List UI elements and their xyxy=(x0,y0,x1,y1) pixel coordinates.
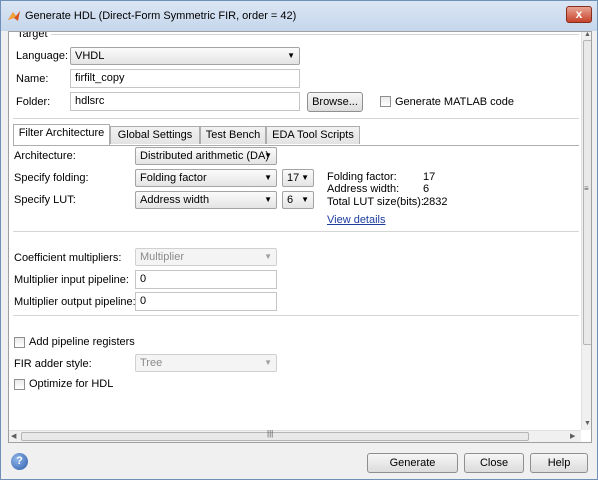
coeff-multipliers-label: Coefficient multipliers: xyxy=(14,252,122,264)
grip-icon: ≡ xyxy=(584,184,589,193)
generate-button[interactable]: Generate xyxy=(367,453,458,473)
chevron-down-icon: ▼ xyxy=(264,151,272,160)
folding-label: Specify folding: xyxy=(14,172,89,184)
tab-eda-tool-scripts[interactable]: EDA Tool Scripts xyxy=(266,126,360,144)
horizontal-scroll-thumb[interactable] xyxy=(21,432,529,441)
tab-filter-architecture[interactable]: Filter Architecture xyxy=(13,124,110,145)
info-folding-label: Folding factor: xyxy=(327,171,397,183)
folding-value: Folding factor xyxy=(140,172,207,184)
architecture-select[interactable]: Distributed arithmetic (DA) ▼ xyxy=(135,147,277,165)
input-pipeline-label: Multiplier input pipeline: xyxy=(14,274,129,286)
target-group-title: Target xyxy=(17,31,48,40)
browse-button[interactable]: Browse... xyxy=(307,92,363,112)
grip-icon: ||| xyxy=(267,429,274,438)
scroll-left-arrow-icon[interactable]: ◀ xyxy=(11,432,16,440)
window-title: Generate HDL (Direct-Form Symmetric FIR,… xyxy=(25,10,297,22)
optimize-hdl-checkbox[interactable] xyxy=(14,379,25,390)
help-icon[interactable]: ? xyxy=(11,453,28,470)
folding-number-value: 17 xyxy=(287,172,300,184)
tab-global-settings[interactable]: Global Settings xyxy=(110,126,200,144)
matlab-logo-icon xyxy=(8,11,20,21)
adder-style-select[interactable]: Tree ▼ xyxy=(135,354,277,372)
add-pipeline-label: Add pipeline registers xyxy=(29,336,135,348)
folding-number-select[interactable]: 17 ▼ xyxy=(282,169,314,187)
lut-number-value: 6 xyxy=(287,194,294,206)
tab-panel-border xyxy=(13,145,579,146)
info-address-value: 6 xyxy=(423,183,430,195)
architecture-label: Architecture: xyxy=(14,150,76,162)
chevron-down-icon: ▼ xyxy=(264,195,272,204)
optimize-hdl-label: Optimize for HDL xyxy=(29,378,114,390)
lut-label: Specify LUT: xyxy=(14,194,76,206)
chevron-down-icon: ▼ xyxy=(301,195,309,204)
name-label: Name: xyxy=(16,73,49,85)
close-button[interactable]: Close xyxy=(464,453,524,473)
help-button[interactable]: Help xyxy=(530,453,588,473)
add-pipeline-checkbox[interactable] xyxy=(14,337,25,348)
lut-value: Address width xyxy=(140,194,210,206)
info-lut-value: 2832 xyxy=(423,196,448,208)
vertical-scrollbar[interactable]: ▲ ≡ ▼ xyxy=(581,32,591,430)
architecture-separator xyxy=(13,231,579,232)
scroll-right-arrow-icon[interactable]: ▶ xyxy=(570,432,575,440)
target-group-rule xyxy=(51,34,579,35)
lut-number-select[interactable]: 6 ▼ xyxy=(282,191,314,209)
coeff-multipliers-value: Multiplier xyxy=(140,251,185,263)
architecture-value: Distributed arithmetic (DA) xyxy=(140,150,269,162)
generate-matlab-checkbox[interactable] xyxy=(380,96,391,107)
target-separator xyxy=(13,118,579,119)
view-details-link[interactable]: View details xyxy=(327,214,386,226)
info-address-label: Address width: xyxy=(327,183,400,195)
coeff-multipliers-select[interactable]: Multiplier ▼ xyxy=(135,248,277,266)
title-bar[interactable]: Generate HDL (Direct-Form Symmetric FIR,… xyxy=(1,1,597,31)
horizontal-scrollbar[interactable]: ◀ ||| ▶ xyxy=(9,429,581,442)
info-folding-value: 17 xyxy=(423,171,436,183)
lut-select[interactable]: Address width ▼ xyxy=(135,191,277,209)
chevron-down-icon: ▼ xyxy=(287,51,295,60)
chevron-down-icon: ▼ xyxy=(301,173,309,182)
generate-matlab-label: Generate MATLAB code xyxy=(395,96,515,108)
adder-style-value: Tree xyxy=(140,357,163,369)
input-pipeline-input[interactable]: 0 xyxy=(135,270,277,289)
output-pipeline-label: Multiplier output pipeline: xyxy=(14,296,136,308)
output-pipeline-input[interactable]: 0 xyxy=(135,292,277,311)
button-bar: ? Generate Close Help xyxy=(1,447,597,479)
name-input[interactable]: firfilt_copy xyxy=(70,69,300,88)
folder-label: Folder: xyxy=(16,96,51,108)
scroll-down-arrow-icon[interactable]: ▼ xyxy=(584,420,591,427)
chevron-down-icon: ▼ xyxy=(264,173,272,182)
adder-style-label: FIR adder style: xyxy=(14,358,92,370)
generate-hdl-dialog: Generate HDL (Direct-Form Symmetric FIR,… xyxy=(0,0,598,480)
chevron-down-icon: ▼ xyxy=(264,252,272,261)
folder-input[interactable]: hdlsrc xyxy=(70,92,300,111)
info-lut-label: Total LUT size(bits): xyxy=(327,196,424,208)
close-window-button[interactable]: x xyxy=(566,6,592,23)
chevron-down-icon: ▼ xyxy=(264,358,272,367)
folding-select[interactable]: Folding factor ▼ xyxy=(135,169,277,187)
scroll-up-arrow-icon[interactable]: ▲ xyxy=(584,32,591,38)
multipliers-separator xyxy=(13,315,579,316)
language-select[interactable]: VHDL ▼ xyxy=(70,47,300,65)
tab-test-bench[interactable]: Test Bench xyxy=(200,126,266,144)
language-value: VHDL xyxy=(75,50,105,62)
dialog-content: Target Language: VHDL ▼ Name: firfilt_co… xyxy=(8,31,592,443)
language-label: Language: xyxy=(16,50,68,62)
